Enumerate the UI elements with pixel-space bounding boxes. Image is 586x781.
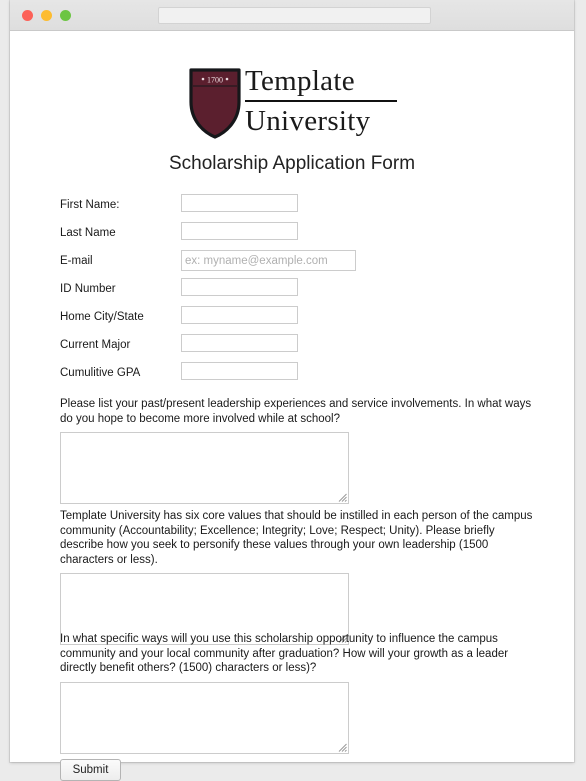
field-row-home-city-state: Home City/State — [60, 306, 540, 334]
label-email: E-mail — [60, 255, 93, 267]
shield-icon: 1700 — [187, 66, 243, 140]
home-city-state-input[interactable] — [181, 306, 298, 324]
page-content: 1700 Template University Scholarship App… — [10, 31, 574, 781]
email-input[interactable] — [181, 250, 356, 271]
university-logo: 1700 Template University — [10, 63, 574, 143]
wordmark-divider — [245, 100, 397, 102]
label-id-number: ID Number — [60, 283, 116, 295]
browser-titlebar — [10, 0, 574, 31]
shield-year-text: 1700 — [207, 76, 223, 85]
field-row-cumulative-gpa: Cumulitive GPA — [60, 362, 540, 390]
question-block-leadership-experience: Please list your past/present leadership… — [60, 397, 540, 504]
browser-window: 1700 Template University Scholarship App… — [10, 0, 574, 781]
field-row-first-name: First Name: — [60, 194, 540, 222]
current-major-input[interactable] — [181, 334, 298, 352]
question-text-leadership-experience: Please list your past/present leadership… — [60, 398, 532, 425]
field-row-last-name: Last Name — [60, 222, 540, 250]
window-controls — [22, 10, 71, 21]
minimize-window-button[interactable] — [41, 10, 52, 21]
close-window-button[interactable] — [22, 10, 33, 21]
community-impact-textarea[interactable] — [60, 681, 349, 754]
submit-button[interactable]: Submit — [60, 759, 121, 781]
university-wordmark: Template University — [245, 63, 397, 139]
label-current-major: Current Major — [60, 339, 131, 351]
label-home-city-state: Home City/State — [60, 311, 144, 323]
last-name-input[interactable] — [181, 222, 298, 240]
address-bar-input[interactable] — [158, 7, 431, 24]
text-fields-group: First Name: Last Name E-mail ID Number H… — [60, 194, 540, 390]
page-title: Scholarship Application Form — [168, 153, 416, 174]
question-text-core-values: Template University has six core values … — [60, 510, 533, 566]
question-block-core-values: Template University has six core values … — [60, 509, 540, 645]
cumulative-gpa-input[interactable] — [181, 362, 298, 380]
submit-area: Submit — [60, 759, 121, 781]
field-row-email: E-mail — [60, 250, 540, 278]
wordmark-line-1: Template — [245, 65, 355, 97]
question-block-community-impact: In what specific ways will you use this … — [60, 632, 540, 754]
field-row-id-number: ID Number — [60, 278, 540, 306]
first-name-input[interactable] — [181, 194, 298, 212]
answer-wrapper-community-impact — [60, 681, 349, 754]
field-row-current-major: Current Major — [60, 334, 540, 362]
label-first-name: First Name: — [60, 199, 120, 211]
id-number-input[interactable] — [181, 278, 298, 296]
label-last-name: Last Name — [60, 227, 116, 239]
answer-wrapper-leadership-experience — [60, 432, 349, 504]
leadership-experience-textarea[interactable] — [60, 432, 349, 504]
question-text-community-impact: In what specific ways will you use this … — [60, 633, 509, 674]
maximize-window-button[interactable] — [60, 10, 71, 21]
label-cumulative-gpa: Cumulitive GPA — [60, 367, 141, 379]
wordmark-line-2: University — [245, 105, 371, 137]
